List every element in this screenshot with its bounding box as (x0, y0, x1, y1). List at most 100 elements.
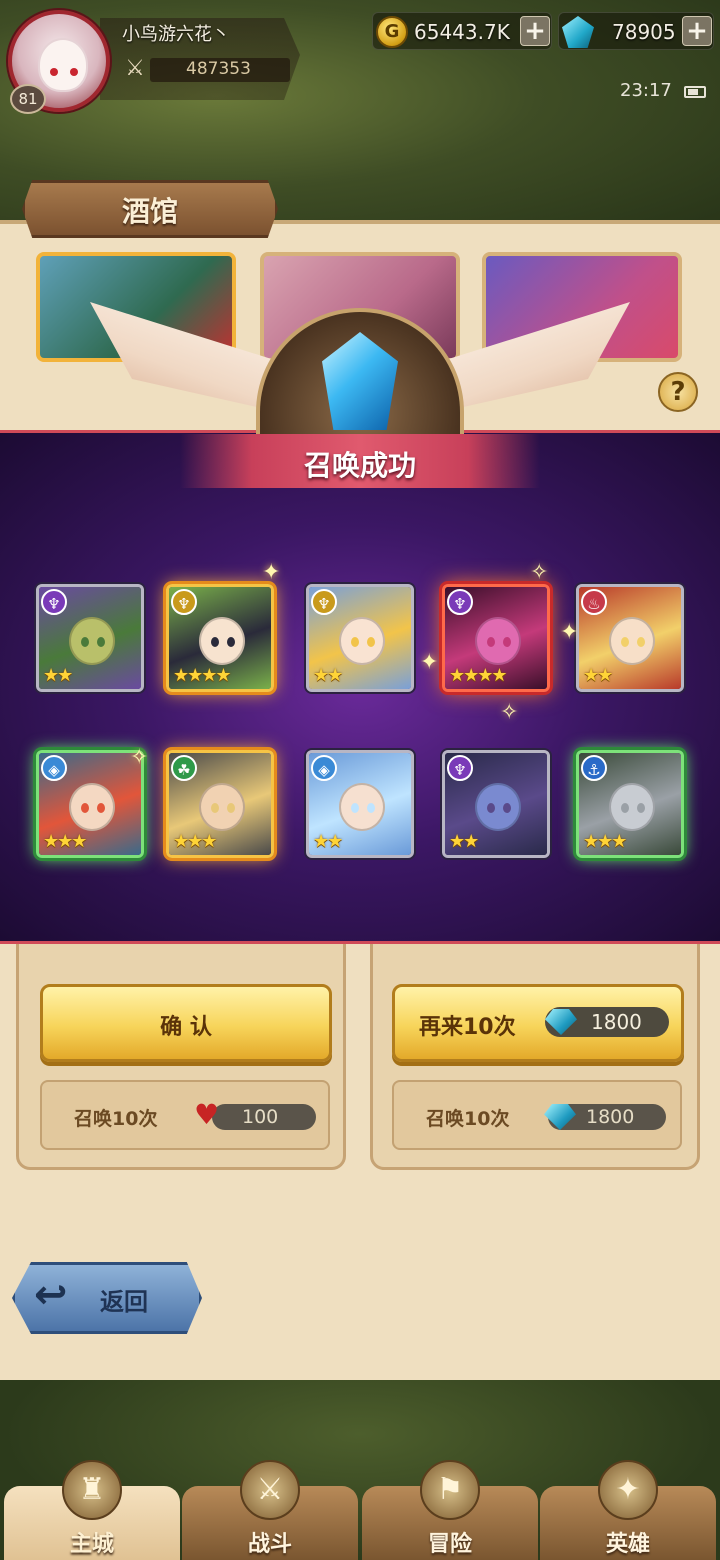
map-icon: ⚑ (420, 1460, 480, 1520)
star-rating: ★★ (313, 665, 343, 686)
back-button-label: 返回 (100, 1288, 148, 1316)
summon-10-normal-button[interactable]: 召唤10次 100 ♥ (40, 1080, 330, 1150)
hero-eye-icon (351, 803, 359, 813)
castle-icon: ♜ (62, 1460, 122, 1520)
summon-10-label: 召唤10次 (426, 1108, 510, 1130)
hero-eye-icon (97, 803, 105, 813)
summon-success-title: 召唤成功 (303, 449, 416, 482)
green-faction-icon: ☘ (171, 755, 197, 781)
star-rating: ★★★ (583, 831, 627, 852)
crossed-swords-icon: ⚔ (240, 1460, 300, 1520)
hero-face (475, 617, 521, 665)
star-rating: ★★★ (173, 831, 217, 852)
nav-adventure[interactable]: ⚑ 冒险 (362, 1460, 538, 1560)
sparkle-icon: ✧ (130, 745, 149, 770)
hero-eye-icon (487, 803, 495, 813)
purple-faction-icon: ♆ (447, 589, 473, 615)
nav-label: 战斗 (247, 1532, 292, 1557)
confirm-button-label: 确 认 (160, 1015, 212, 1040)
hero-card[interactable]: ♆ ★★ (442, 750, 550, 858)
sparkle-icon: ✧ (500, 700, 519, 725)
hero-card[interactable]: ☘ ★★★ (166, 750, 274, 858)
summon-10-label: 召唤10次 (74, 1108, 158, 1130)
hero-face (69, 617, 115, 665)
hero-eye-icon (503, 637, 511, 647)
hero-eye-icon (81, 637, 89, 647)
hero-card[interactable]: ♨ ★★ (576, 584, 684, 692)
nav-label: 冒险 (427, 1532, 472, 1557)
hero-face (609, 783, 655, 831)
sparkle-icon: ✧ (530, 560, 549, 585)
summon-again-label: 再来10次 (419, 1015, 516, 1040)
avatar-eye-icon (50, 68, 58, 76)
hero-face (475, 783, 521, 831)
add-gems-button[interactable]: + (682, 16, 712, 46)
purple-faction-icon: ♆ (447, 755, 473, 781)
hero-face (199, 617, 245, 665)
hero-face (609, 617, 655, 665)
nav-label: 主城 (69, 1532, 114, 1557)
hero-card[interactable]: ◈ ★★ (306, 750, 414, 858)
add-gold-button[interactable]: + (520, 16, 550, 46)
avatar-eye-icon (70, 68, 78, 76)
gold-faction-icon: ♆ (171, 589, 197, 615)
clock: 23:17 (620, 80, 672, 101)
navy-faction-icon: ⚓ (581, 755, 607, 781)
star-rating: ★★ (313, 831, 343, 852)
gold-coin-icon: G (376, 16, 408, 48)
hero-eye-icon (621, 637, 629, 647)
star-rating: ★★★★ (173, 665, 232, 686)
sparkle-icon: ✦ (262, 560, 281, 585)
hero-crest-icon: ✦ (598, 1460, 658, 1520)
level-badge: 81 (10, 84, 46, 114)
nav-main-city[interactable]: ♜ 主城 (4, 1460, 180, 1560)
star-rating: ★★★ (43, 831, 87, 852)
hero-eye-icon (97, 637, 105, 647)
player-name: 小鸟游六花丶 (122, 24, 230, 45)
blue-faction-icon: ◈ (311, 755, 337, 781)
avatar-portrait (38, 38, 88, 92)
nav-label: 英雄 (605, 1532, 650, 1557)
page-title: 酒馆 (121, 195, 178, 228)
sparkle-icon: ✦ (420, 650, 439, 675)
hero-face (69, 783, 115, 831)
hero-eye-icon (211, 803, 219, 813)
red-faction-icon: ♨ (581, 589, 607, 615)
star-rating: ★★★★ (449, 665, 508, 686)
hero-eye-icon (637, 803, 645, 813)
help-button[interactable]: ? (658, 372, 698, 412)
star-rating: ★★ (449, 831, 479, 852)
hero-card[interactable]: ♆ ★★★★ (166, 584, 274, 692)
star-rating: ★★ (43, 665, 73, 686)
gem-value: 78905 (612, 20, 676, 44)
hero-card[interactable]: ⚓ ★★★ (576, 750, 684, 858)
battery-icon (684, 86, 706, 98)
gold-value: 65443.7K (414, 20, 510, 44)
summon-again-button[interactable]: 再来10次 1800 (392, 984, 684, 1062)
hero-eye-icon (367, 637, 375, 647)
hero-eye-icon (211, 637, 219, 647)
gold-faction-icon: ♆ (311, 589, 337, 615)
sparkle-icon: ✦ (560, 620, 579, 645)
hero-eye-icon (227, 803, 235, 813)
heart-icon: ♥ (194, 1098, 220, 1131)
purple-faction-icon: ♆ (41, 589, 67, 615)
hero-eye-icon (367, 803, 375, 813)
summon-10-cost: 100 (212, 1104, 316, 1130)
nav-battle[interactable]: ⚔ 战斗 (182, 1460, 358, 1560)
confirm-button[interactable]: 确 认 (40, 984, 332, 1062)
crossed-swords-icon: ⚔ (125, 56, 145, 81)
hero-card[interactable]: ◈ ★★★ (36, 750, 144, 858)
hero-eye-icon (81, 803, 89, 813)
hero-eye-icon (637, 637, 645, 647)
hero-card[interactable]: ♆ ★★ (36, 584, 144, 692)
hero-eye-icon (351, 637, 359, 647)
summon-10-premium-button[interactable]: 召唤10次 1800 (392, 1080, 682, 1150)
blue-faction-icon: ◈ (41, 755, 67, 781)
hero-card[interactable]: ♆ ★★★★ (442, 584, 550, 692)
hero-eye-icon (503, 803, 511, 813)
hero-eye-icon (621, 803, 629, 813)
hero-card[interactable]: ♆ ★★ (306, 584, 414, 692)
nav-heroes[interactable]: ✦ 英雄 (540, 1460, 716, 1560)
hero-eye-icon (487, 637, 495, 647)
